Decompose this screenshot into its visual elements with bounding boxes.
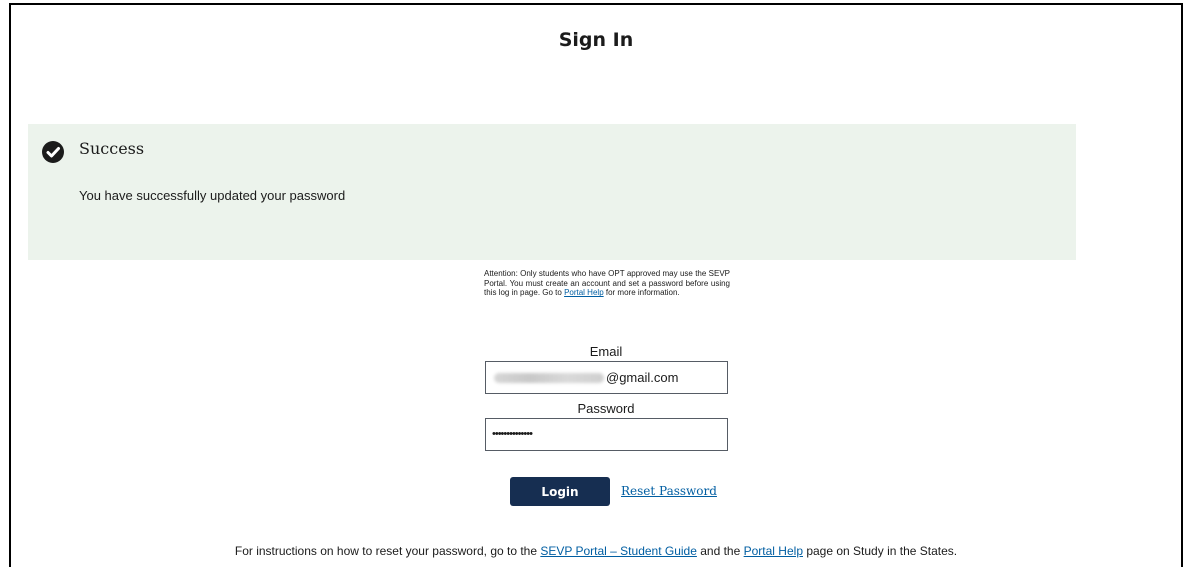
redacted-email-blur [494, 372, 604, 383]
page-frame: Sign In Success You have successfully up… [9, 3, 1183, 567]
footer-instructions: For instructions on how to reset your pa… [11, 544, 1181, 558]
reset-password-link[interactable]: Reset Password [621, 484, 717, 498]
student-guide-link[interactable]: SEVP Portal – Student Guide [540, 544, 697, 558]
email-value: @gmail.com [606, 370, 679, 385]
check-circle-icon [42, 141, 64, 163]
attention-text-after: for more information. [603, 288, 680, 298]
page-title: Sign In [558, 29, 634, 51]
portal-help-link[interactable]: Portal Help [564, 288, 604, 297]
success-alert: Success You have successfully updated yo… [28, 124, 1076, 260]
footer-text-2: and the [696, 544, 744, 558]
footer-portal-help-link[interactable]: Portal Help [744, 544, 803, 558]
email-field[interactable]: @gmail.com [485, 361, 728, 394]
email-label: Email [589, 344, 623, 359]
footer-text-1: For instructions on how to reset your pa… [234, 544, 541, 558]
password-label: Password [577, 401, 635, 416]
password-value: •••••••••••••• [492, 428, 533, 440]
login-button[interactable]: Login [510, 477, 610, 506]
alert-heading: Success [79, 139, 145, 158]
attention-notice: Attention: Only students who have OPT ap… [484, 269, 730, 298]
footer-text-3: page on Study in the States. [803, 544, 958, 558]
alert-message: You have successfully updated your passw… [79, 188, 346, 203]
password-field[interactable]: •••••••••••••• [485, 418, 728, 451]
